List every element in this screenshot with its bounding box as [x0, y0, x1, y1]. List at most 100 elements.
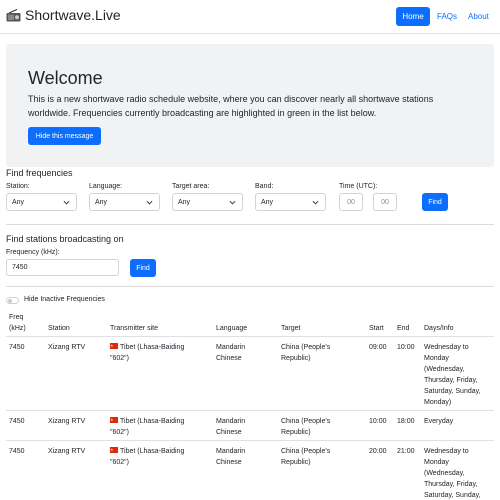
header-target: Target: [281, 325, 301, 332]
row-3-site-line1: Tibet (Lhasa-Baiding: [120, 448, 185, 455]
row-1-days-line: Thursday, Friday,: [424, 377, 478, 384]
row-2-target-line2: Republic): [281, 429, 311, 436]
row-2-language-line2: Chinese: [216, 429, 242, 436]
row-3-language: Mandarin Chinese: [216, 446, 245, 468]
chevron-down-icon: [312, 200, 319, 205]
row-2-station: Xizang RTV: [48, 418, 86, 425]
band-select[interactable]: Any: [255, 193, 326, 211]
header-site: Transmitter site: [110, 325, 158, 332]
row-1-language-line2: Chinese: [216, 355, 242, 362]
language-label: Language:: [89, 183, 123, 190]
row-border: [6, 410, 494, 411]
row-1-language-line1: Mandarin: [216, 344, 246, 351]
row-3-days-line: (Wednesday,: [424, 470, 465, 477]
row-2-days: Everyday: [424, 416, 453, 427]
station-label: Station:: [6, 183, 30, 190]
row-1-days: Wednesday to Monday (Wednesday, Thursday…: [424, 342, 481, 408]
divider: [6, 224, 494, 225]
row-2-days-line: Everyday: [424, 418, 454, 425]
row-3-days-line: Wednesday to: [424, 448, 469, 455]
china-flag-icon: [110, 340, 118, 351]
frequency-input[interactable]: 7450: [6, 259, 119, 276]
row-1-days-line: (Wednesday,: [424, 366, 465, 373]
hide-inactive-label: Hide Inactive Frequencies: [24, 296, 105, 303]
row-2-site-line2: "602"): [110, 429, 129, 436]
row-3-target-line2: Republic): [281, 459, 311, 466]
row-3-days: Wednesday to Monday (Wednesday, Thursday…: [424, 446, 481, 500]
row-1-site-line1: Tibet (Lhasa-Baiding: [120, 344, 185, 351]
header-freq-line2: (kHz): [9, 325, 26, 332]
row-1-freq: 7450: [9, 344, 25, 351]
row-2-target-line1: China (People's: [281, 418, 331, 425]
band-label: Band:: [255, 183, 274, 190]
row-3-freq: 7450: [9, 448, 25, 455]
row-2-freq: 7450: [9, 418, 25, 425]
row-3-days-line: Saturday, Sunday,: [424, 492, 481, 499]
divider: [6, 286, 494, 287]
row-2-site-line1: Tibet (Lhasa-Baiding: [120, 418, 185, 425]
hide-inactive-toggle[interactable]: [6, 297, 19, 304]
find-stations-button[interactable]: Find: [130, 259, 156, 277]
row-1-site: Tibet (Lhasa-Baiding "602"): [110, 340, 185, 364]
row-3-station: Xizang RTV: [48, 448, 86, 455]
row-1-end: 10:00: [397, 344, 415, 351]
row-3-days-line: Thursday, Friday,: [424, 481, 478, 488]
row-3-language-line1: Mandarin: [216, 448, 246, 455]
row-2-end: 18:00: [397, 418, 415, 425]
row-2-language-line1: Mandarin: [216, 418, 246, 425]
radio-icon: [6, 8, 21, 21]
nav-about-link[interactable]: About: [468, 12, 489, 21]
row-1-start: 09:00: [369, 344, 387, 351]
minute-input[interactable]: 00: [373, 193, 397, 211]
header-days: Days/Info: [424, 325, 454, 332]
row-3-site: Tibet (Lhasa-Baiding "602"): [110, 444, 185, 468]
welcome-text: This is a new shortwave radio schedule w…: [28, 94, 434, 118]
row-2-start: 10:00: [369, 418, 387, 425]
row-3-end: 21:00: [397, 448, 415, 455]
header-language: Language: [216, 325, 248, 332]
station-select-value: Any: [12, 198, 25, 206]
nav-home-link[interactable]: Home: [396, 7, 430, 26]
row-1-target-line2: Republic): [281, 355, 311, 362]
find-frequencies-button[interactable]: Find: [422, 193, 448, 211]
time-label: Time (UTC):: [339, 183, 378, 190]
china-flag-icon: [110, 414, 118, 425]
header-start: Start: [369, 325, 384, 332]
welcome-panel: Welcome This is a new shortwave radio sc…: [6, 44, 494, 167]
welcome-title: Welcome: [28, 68, 103, 88]
target-area-select[interactable]: Any: [172, 193, 243, 211]
table-header-border: [6, 336, 494, 337]
header-freq: Freq (kHz): [9, 312, 26, 334]
row-3-target-line1: China (People's: [281, 448, 331, 455]
row-2-target: China (People's Republic): [281, 416, 330, 438]
row-3-site-line2: "602"): [110, 459, 129, 466]
frequency-label: Frequency (kHz):: [6, 249, 60, 256]
brand-name: Shortwave.Live: [25, 7, 121, 23]
row-1-days-line: Monday): [424, 399, 452, 406]
header-end: End: [397, 325, 410, 332]
find-stations-title: Find stations broadcasting on: [6, 234, 124, 244]
chevron-down-icon: [63, 200, 70, 205]
china-flag-icon: [110, 444, 118, 455]
find-frequencies-title: Find frequencies: [6, 168, 73, 178]
row-border: [6, 440, 494, 441]
header-station: Station: [48, 325, 70, 332]
row-2-language: Mandarin Chinese: [216, 416, 245, 438]
target-area-label: Target area:: [172, 183, 210, 190]
row-1-site-line2: "602"): [110, 355, 129, 362]
target-area-select-value: Any: [178, 198, 191, 206]
row-1-station: Xizang RTV: [48, 344, 86, 351]
row-1-days-line: Saturday, Sunday,: [424, 388, 481, 395]
hide-message-button[interactable]: Hide this message: [28, 127, 101, 145]
hour-input[interactable]: 00: [339, 193, 363, 211]
brand[interactable]: Shortwave.Live: [6, 7, 121, 23]
row-1-target: China (People's Republic): [281, 342, 330, 364]
language-select[interactable]: Any: [89, 193, 160, 211]
chevron-down-icon: [229, 200, 236, 205]
row-3-days-line: Monday: [424, 459, 449, 466]
row-2-site: Tibet (Lhasa-Baiding "602"): [110, 414, 185, 438]
station-select[interactable]: Any: [6, 193, 77, 211]
row-1-days-line: Wednesday to: [424, 344, 469, 351]
nav-faqs-link[interactable]: FAQs: [437, 12, 457, 21]
band-select-value: Any: [261, 198, 274, 206]
